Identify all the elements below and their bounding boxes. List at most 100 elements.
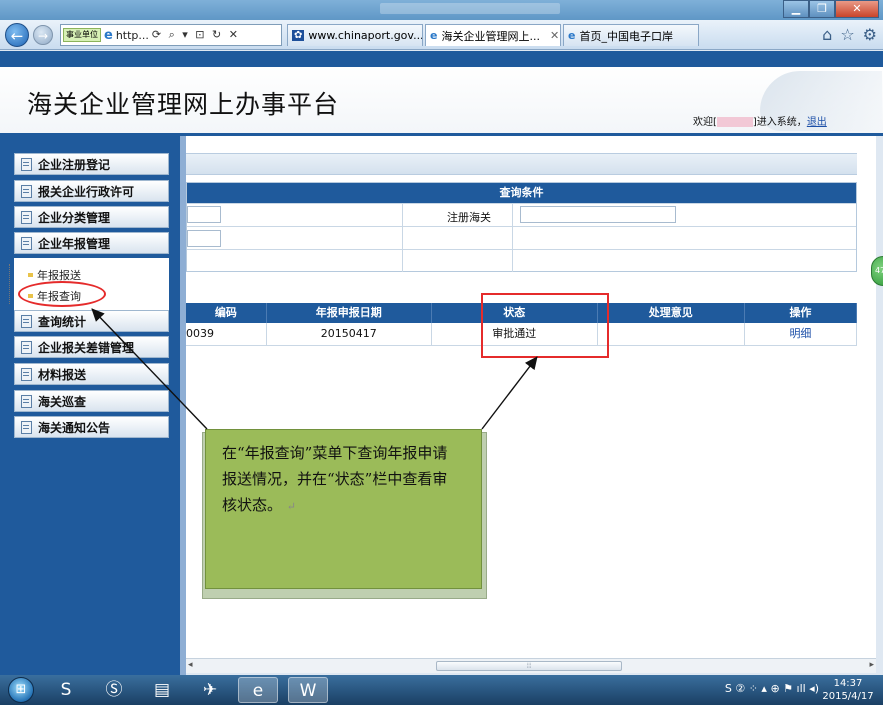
query-column-divider [402,203,403,272]
breadcrumb-bar [186,153,857,175]
close-icon[interactable]: ✕ [835,0,879,18]
scroll-right-icon[interactable]: ▸ [869,660,874,670]
system-tray[interactable]: S ② ⁘ ▴ ⊕ ⚑ ıll ◂) [725,682,819,695]
bullet-icon [28,273,33,277]
sogou-icon[interactable]: S [46,677,86,703]
col-header-code: 编码 [186,303,267,323]
ie-icon: e [104,27,113,43]
forward-arrow-icon[interactable]: → [33,25,53,45]
close-tab-icon[interactable]: ✕ [550,29,559,42]
submenu-tree-line [9,264,10,304]
tab-chinaport[interactable]: ✿ www.chinaport.gov.... [287,24,423,46]
menu-label: 报关企业行政许可 [38,184,135,199]
menu-item-declaration-errors[interactable]: 企业报关差错管理 [14,336,169,358]
query-conditions-panel: 查询条件 注册海关 [186,182,857,272]
query-row [187,249,856,272]
tab-eport-home[interactable]: e 首页_中国电子口岸 [563,24,699,46]
word-icon[interactable]: W [288,677,328,703]
query-column-divider [512,203,513,272]
floating-widget[interactable]: 47 [871,256,883,286]
cell-opinion [598,323,745,345]
document-icon [21,367,32,381]
menu-label: 企业报关差错管理 [38,340,135,355]
menu-label: 企业注册登记 [38,157,111,172]
maximize-icon[interactable]: ❐ [809,0,835,18]
return-mark: ↵ [286,500,297,513]
document-icon [21,340,32,354]
back-arrow-icon[interactable]: ← [5,23,29,47]
minimize-icon[interactable]: ▁ [783,0,809,18]
taskbar: ⊞ S Ⓢ ▤ ✈ e W S ② ⁘ ▴ ⊕ ⚑ ıll ◂) 14:37 2… [0,675,883,705]
menu-item-admin-license[interactable]: 报关企业行政许可 [14,180,169,202]
callout-text: 在“年报查询”菜单下查询年报申请报送情况，并在“状态”栏中查看审核状态。 ↵ [222,440,462,520]
menu-item-company-registration[interactable]: 企业注册登记 [14,153,169,175]
detail-link[interactable]: 明细 [745,323,858,345]
favorites-star-icon[interactable]: ☆ [840,25,854,44]
document-icon [21,420,32,434]
query-input-2[interactable] [187,230,221,247]
horizontal-scrollbar[interactable]: ◂ ⦙⦙⦙ ▸ [186,658,876,673]
customs-paw-icon: ✿ [292,30,305,41]
tab-label: 首页_中国电子口岸 [579,29,673,43]
welcome-text: 欢迎[]进入系统，退出 [693,113,827,128]
tray-icons[interactable]: S ② ⁘ ▴ ⊕ ⚑ ıll ◂) [725,682,819,695]
query-conditions-header: 查询条件 [187,183,856,203]
ie-icon: e [568,29,576,42]
clock-time: 14:37 [833,678,863,689]
sogou-browser-icon[interactable]: Ⓢ [94,677,134,703]
callout-body: 在“年报查询”菜单下查询年报申请报送情况，并在“状态”栏中查看审核状态。 [222,444,448,514]
site-header: 海关企业管理网上办事平台 欢迎[]进入系统，退出 [0,67,883,133]
document-icon [21,314,32,328]
menu-item-customs-inspection[interactable]: 海关巡查 [14,390,169,412]
menu-label: 海关巡查 [38,394,87,409]
settings-gear-icon[interactable]: ⚙ [863,25,877,44]
cell-code: 0039 [186,323,267,345]
query-input-1[interactable] [187,206,221,223]
ie-icon[interactable]: e [238,677,278,703]
address-url[interactable]: http... [116,29,149,42]
menu-item-material-submit[interactable]: 材料报送 [14,363,169,385]
scroll-left-icon[interactable]: ◂ [188,660,193,670]
menu-item-customs-notices[interactable]: 海关通知公告 [14,416,169,438]
browser-nav-bar: ← → 事业单位 e http... ⟳ ⌕ ▾ ⊡ ↻ ✕ ✿ www.chi… [0,20,883,50]
clock-date: 2015/4/17 [822,691,874,702]
menu-label: 材料报送 [38,367,87,382]
browser-toolbar-icons: ⌂ ☆ ⚙ [822,25,877,44]
browser-title-bar: ▁ ❐ ✕ [0,0,883,20]
tab-customs-platform[interactable]: e 海关企业管理网上... ✕ [425,24,561,46]
menu-label: 企业分类管理 [38,210,111,225]
title-placeholder [380,3,560,14]
annual-query-highlight-ellipse [18,281,106,307]
col-header-date: 年报申报日期 [267,303,432,323]
document-icon [21,394,32,408]
plane-icon[interactable]: ✈ [190,677,230,703]
clock[interactable]: 14:37 2015/4/17 [821,677,875,703]
document-icon [21,184,32,198]
menu-item-classification[interactable]: 企业分类管理 [14,206,169,228]
document-icon [21,210,32,224]
address-tools[interactable]: ⟳ ⌕ ▾ ⊡ ↻ ✕ [152,28,240,42]
masked-username [716,117,753,127]
window-controls: ▁ ❐ ✕ [783,0,879,18]
logout-link[interactable]: 退出 [807,117,827,128]
menu-item-annual-report[interactable]: 企业年报管理 [14,232,169,254]
site-title: 海关企业管理网上办事平台 [27,90,340,119]
menu-label: 海关通知公告 [38,420,111,435]
folder-icon[interactable]: ▤ [142,677,182,703]
start-button[interactable]: ⊞ [8,677,34,703]
welcome-suffix: ]进入系统， [752,117,807,128]
document-icon [21,236,32,250]
menu-label: 查询统计 [38,314,87,329]
tab-label: 海关企业管理网上... [441,29,540,43]
home-icon[interactable]: ⌂ [822,25,832,44]
ie-icon: e [430,29,438,42]
scroll-thumb[interactable]: ⦙⦙⦙ [436,661,622,671]
cell-date: 20150417 [267,323,432,345]
col-header-action: 操作 [745,303,858,323]
status-highlight-box [481,293,609,358]
instruction-callout: 在“年报查询”菜单下查询年报申请报送情况，并在“状态”栏中查看审核状态。 ↵ [205,429,482,589]
address-bar[interactable]: 事业单位 e http... ⟳ ⌕ ▾ ⊡ ↻ ✕ [60,24,282,46]
menu-item-query-stats[interactable]: 查询统计 [14,310,169,332]
customs-label: 注册海关 [447,211,491,224]
customs-input[interactable] [520,206,676,223]
